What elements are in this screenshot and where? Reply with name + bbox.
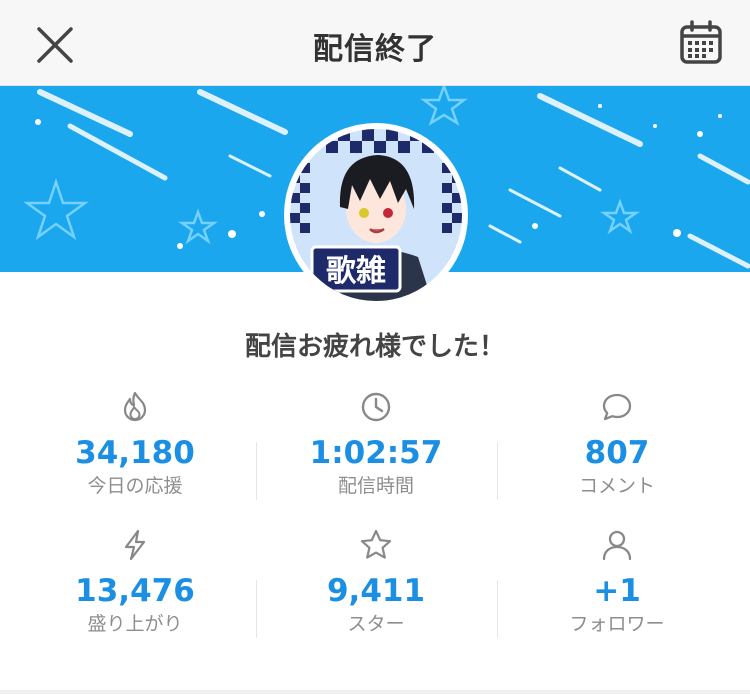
stat-value: 13,476 bbox=[75, 573, 195, 609]
stat-value: 807 bbox=[584, 435, 650, 471]
comment-icon bbox=[602, 393, 632, 421]
lightning-icon bbox=[124, 529, 146, 561]
stat-label: 盛り上がり bbox=[87, 613, 183, 635]
user-icon bbox=[602, 530, 632, 561]
stat-label: コメント bbox=[578, 475, 655, 497]
stat-support: 34,180 今日の応援 bbox=[10, 390, 260, 498]
stat-excitement: 13,476 盛り上がり bbox=[10, 528, 260, 636]
stat-value: 9,411 bbox=[326, 573, 426, 609]
stat-stars: 9,411 スター bbox=[251, 528, 501, 636]
avatar: 歌雑 bbox=[284, 123, 468, 307]
calendar-icon bbox=[680, 20, 722, 64]
stat-value: +1 bbox=[593, 573, 641, 609]
top-bar: 配信終了 bbox=[0, 0, 750, 86]
stat-followers: +1 フォロワー bbox=[492, 528, 742, 636]
stat-value: 1:02:57 bbox=[309, 435, 443, 471]
avatar-badge-text: 歌雑 bbox=[326, 254, 386, 289]
page-title: 配信終了 bbox=[313, 32, 437, 67]
stat-label: スター bbox=[347, 613, 405, 635]
avatar-image: 歌雑 bbox=[290, 129, 462, 301]
fire-icon bbox=[123, 391, 147, 422]
thank-you-message: 配信お疲れ様でした！ bbox=[244, 332, 505, 362]
stat-comments: 807 コメント bbox=[492, 390, 742, 498]
stat-label: フォロワー bbox=[569, 613, 665, 635]
clock-icon bbox=[361, 392, 391, 422]
bottom-divider bbox=[0, 690, 750, 694]
stat-label: 配信時間 bbox=[337, 475, 414, 497]
star-icon bbox=[360, 529, 392, 559]
stat-duration: 1:02:57 配信時間 bbox=[251, 390, 501, 498]
calendar-button[interactable] bbox=[676, 18, 726, 68]
stat-label: 今日の応援 bbox=[87, 475, 183, 497]
stat-value: 34,180 bbox=[75, 435, 195, 471]
